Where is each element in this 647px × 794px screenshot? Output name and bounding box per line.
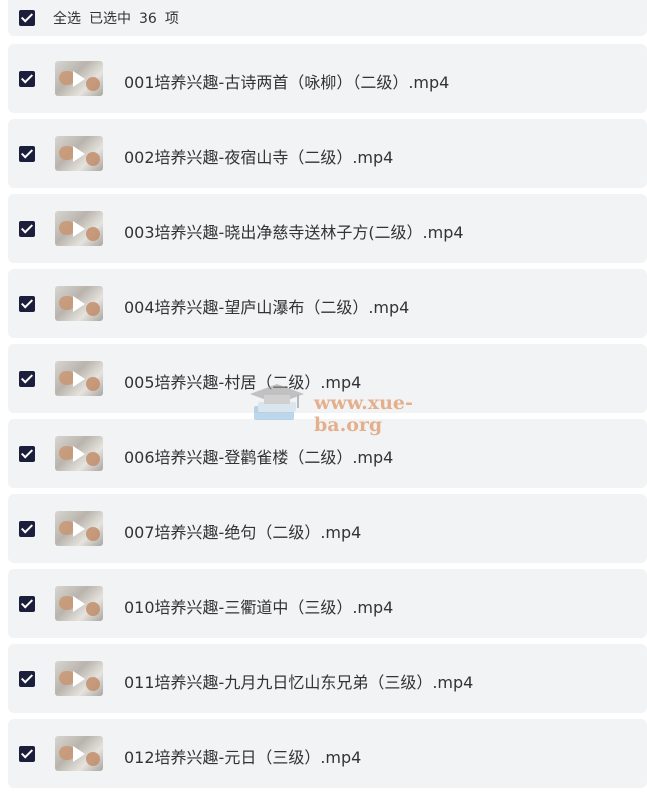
file-name[interactable]: 001培养兴趣-古诗两首（咏柳）（二级）.mp4: [124, 69, 449, 93]
file-checkbox[interactable]: [19, 371, 35, 387]
file-checkbox[interactable]: [19, 71, 35, 87]
file-row[interactable]: 007培养兴趣-绝句（二级）.mp4: [8, 494, 647, 563]
play-icon: [73, 296, 85, 312]
file-checkbox[interactable]: [19, 671, 35, 687]
video-thumbnail[interactable]: [55, 736, 103, 771]
video-thumbnail[interactable]: [55, 136, 103, 171]
file-checkbox[interactable]: [19, 296, 35, 312]
file-name[interactable]: 002培养兴趣-夜宿山寺（二级）.mp4: [124, 144, 393, 168]
video-thumbnail[interactable]: [55, 586, 103, 621]
video-thumbnail[interactable]: [55, 661, 103, 696]
play-icon: [73, 671, 85, 687]
file-name[interactable]: 006培养兴趣-登鹳雀楼（二级）.mp4: [124, 444, 393, 468]
file-checkbox[interactable]: [19, 446, 35, 462]
play-icon: [73, 71, 85, 87]
file-name[interactable]: 004培养兴趣-望庐山瀑布（二级）.mp4: [124, 294, 409, 318]
video-thumbnail[interactable]: [55, 61, 103, 96]
file-checkbox[interactable]: [19, 596, 35, 612]
file-row[interactable]: 010培养兴趣-三衢道中（三级）.mp4: [8, 569, 647, 638]
file-row[interactable]: 004培养兴趣-望庐山瀑布（二级）.mp4: [8, 269, 647, 338]
select-all-label[interactable]: 全选: [53, 11, 81, 27]
play-icon: [73, 146, 85, 162]
file-checkbox[interactable]: [19, 146, 35, 162]
play-icon: [73, 596, 85, 612]
file-name[interactable]: 007培养兴趣-绝句（二级）.mp4: [124, 519, 361, 543]
file-name[interactable]: 012培养兴趣-元日（三级）.mp4: [124, 744, 361, 768]
play-icon: [73, 221, 85, 237]
file-row[interactable]: 001培养兴趣-古诗两首（咏柳）（二级）.mp4: [8, 44, 647, 113]
play-icon: [73, 446, 85, 462]
file-row[interactable]: 012培养兴趣-元日（三级）.mp4: [8, 719, 647, 788]
selected-unit: 项: [164, 11, 179, 27]
video-thumbnail[interactable]: [55, 361, 103, 396]
file-name[interactable]: 011培养兴趣-九月九日忆山东兄弟（三级）.mp4: [124, 669, 473, 693]
file-checkbox[interactable]: [19, 221, 35, 237]
play-icon: [73, 521, 85, 537]
file-row[interactable]: 002培养兴趣-夜宿山寺（二级）.mp4: [8, 119, 647, 188]
file-checkbox[interactable]: [19, 746, 35, 762]
file-row[interactable]: 006培养兴趣-登鹳雀楼（二级）.mp4: [8, 419, 647, 488]
file-row[interactable]: 005培养兴趣-村居（二级）.mp4: [8, 344, 647, 413]
video-thumbnail[interactable]: [55, 286, 103, 321]
file-checkbox[interactable]: [19, 521, 35, 537]
play-icon: [73, 371, 85, 387]
selection-header: 全选 已选中 36 项: [8, 0, 647, 36]
video-thumbnail[interactable]: [55, 511, 103, 546]
file-list: 001培养兴趣-古诗两首（咏柳）（二级）.mp4 002培养兴趣-夜宿山寺（二级…: [8, 44, 647, 794]
selected-prefix: 已选中: [89, 11, 131, 27]
select-all-checkbox[interactable]: [19, 10, 35, 26]
selection-summary: 全选 已选中 36 项: [53, 8, 187, 28]
video-thumbnail[interactable]: [55, 436, 103, 471]
video-thumbnail[interactable]: [55, 211, 103, 246]
file-name[interactable]: 003培养兴趣-晓出净慈寺送林子方(二级）.mp4: [124, 219, 464, 243]
file-name[interactable]: 010培养兴趣-三衢道中（三级）.mp4: [124, 594, 393, 618]
selected-count: 36: [139, 11, 157, 27]
file-name[interactable]: 005培养兴趣-村居（二级）.mp4: [124, 369, 361, 393]
file-row[interactable]: 003培养兴趣-晓出净慈寺送林子方(二级）.mp4: [8, 194, 647, 263]
play-icon: [73, 746, 85, 762]
file-row[interactable]: 011培养兴趣-九月九日忆山东兄弟（三级）.mp4: [8, 644, 647, 713]
